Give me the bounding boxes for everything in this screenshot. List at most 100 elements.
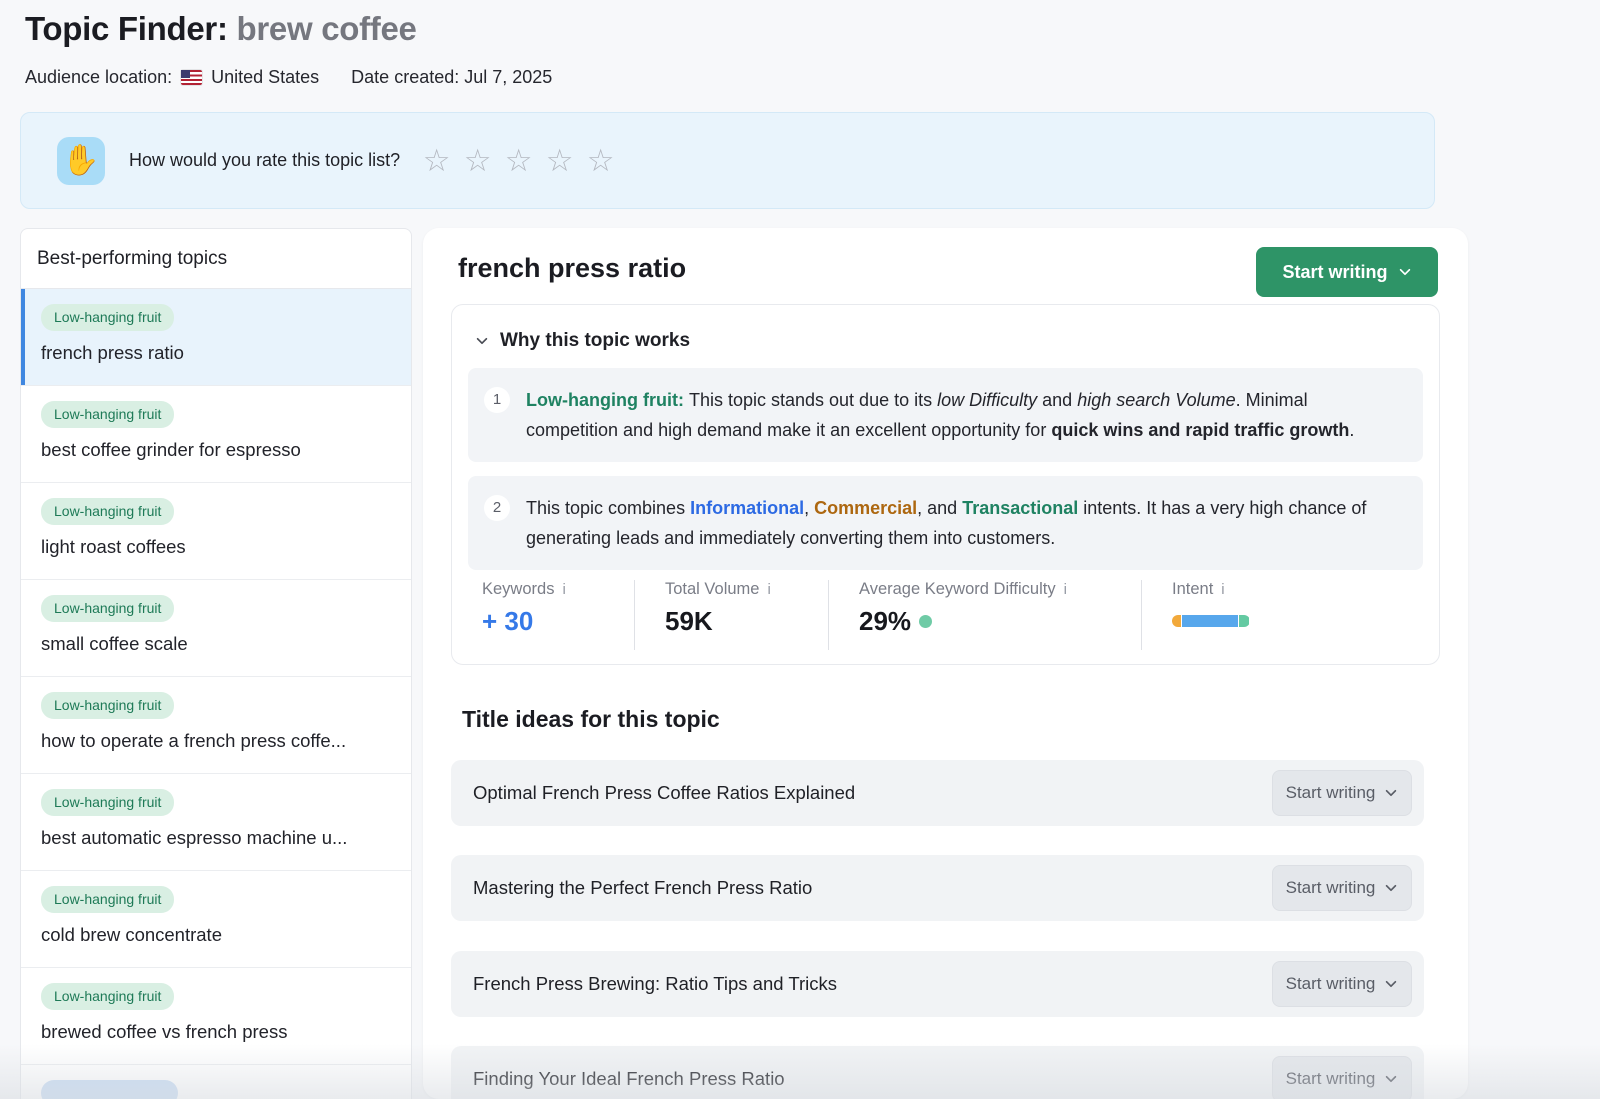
title-idea-text: Mastering the Perfect French Press Ratio	[473, 877, 812, 899]
rating-banner: ✋ How would you rate this topic list? ☆ …	[20, 112, 1435, 209]
metric-keyword-difficulty: Average Keyword Difficultyi 29%	[828, 580, 1141, 650]
point1-italic: low Difficulty	[937, 390, 1037, 410]
topic-detail-panel: french press ratio Start writing Why thi…	[423, 228, 1468, 1099]
chevron-down-icon	[1384, 977, 1398, 991]
title-idea-card: French Press Brewing: Ratio Tips and Tri…	[451, 951, 1424, 1017]
star-icon[interactable]: ☆	[457, 145, 498, 176]
info-icon[interactable]: i	[1221, 581, 1224, 598]
start-writing-label: Start writing	[1286, 974, 1376, 994]
topic-badge: Low-hanging fruit	[41, 401, 174, 428]
start-writing-button[interactable]: Start writing	[1272, 961, 1412, 1007]
chevron-down-icon	[475, 334, 489, 348]
header-meta: Audience location: United States Date cr…	[25, 67, 925, 88]
point1-text: This topic stands out due to its	[689, 390, 937, 410]
title-idea-text: French Press Brewing: Ratio Tips and Tri…	[473, 973, 837, 995]
intent-commercial: Commercial	[814, 498, 917, 518]
point2-text: This topic combines	[526, 498, 690, 518]
keywords-label: Keywords	[482, 580, 554, 599]
page-title-query: brew coffee	[237, 10, 417, 47]
intent-informational: Informational	[690, 498, 804, 518]
sidebar-item-cold-brew-concentrate[interactable]: Low-hanging fruit cold brew concentrate	[21, 871, 411, 968]
point2-text: ,	[804, 498, 814, 518]
topic-badge: Low-hanging fruit	[41, 983, 174, 1010]
info-icon[interactable]: i	[1064, 581, 1067, 598]
sidebar-item-small-coffee-scale[interactable]: Low-hanging fruit small coffee scale	[21, 580, 411, 677]
waving-hand-icon: ✋	[57, 137, 105, 185]
difficulty-status-dot	[919, 615, 932, 628]
title-idea-card: Optimal French Press Coffee Ratios Expla…	[451, 760, 1424, 826]
topic-badge: Low-hanging fruit	[41, 595, 174, 622]
metric-keywords: Keywords i + 30	[468, 580, 634, 650]
start-writing-label: Start writing	[1282, 262, 1387, 283]
start-writing-label: Start writing	[1286, 1069, 1376, 1089]
metrics-row: Keywords i + 30 Total Volume i 59K Average…	[468, 580, 1423, 650]
topic-badge: Low-hanging fruit	[41, 692, 174, 719]
start-writing-label: Start writing	[1286, 878, 1376, 898]
sidebar-item-partial[interactable]	[21, 1065, 411, 1099]
why-topic-works-header[interactable]: Why this topic works	[452, 305, 1439, 352]
topic-badge: Low-hanging fruit	[41, 304, 174, 331]
title-idea-text: Finding Your Ideal French Press Ratio	[473, 1068, 785, 1090]
topic-badge: Low-hanging fruit	[41, 498, 174, 525]
date-created: Date created: Jul 7, 2025	[351, 67, 552, 88]
chevron-down-icon	[1384, 786, 1398, 800]
audience-location-label: Audience location:	[25, 67, 172, 88]
topic-finder-page: Topic Finder: brew coffee Audience locat…	[0, 0, 1600, 1099]
metric-intent: Intenti	[1141, 580, 1250, 650]
page-title-prefix: Topic Finder:	[25, 10, 237, 47]
intent-label: Intent	[1172, 580, 1213, 599]
start-writing-button[interactable]: Start writing	[1272, 1056, 1412, 1099]
star-icon[interactable]: ☆	[498, 145, 539, 176]
title-idea-card: Finding Your Ideal French Press Ratio St…	[451, 1046, 1424, 1099]
info-icon[interactable]: i	[767, 581, 770, 598]
topic-label: small coffee scale	[41, 633, 395, 655]
topic-label: cold brew concentrate	[41, 924, 395, 946]
topic-label: light roast coffees	[41, 536, 395, 558]
sidebar-item-best-automatic-espresso-machine[interactable]: Low-hanging fruit best automatic espress…	[21, 774, 411, 871]
sidebar-item-light-roast-coffees[interactable]: Low-hanging fruit light roast coffees	[21, 483, 411, 580]
sidebar-item-french-press-ratio[interactable]: Low-hanging fruit french press ratio	[21, 289, 411, 386]
sidebar-item-how-to-operate-french-press[interactable]: Low-hanging fruit how to operate a frenc…	[21, 677, 411, 774]
start-writing-button[interactable]: Start writing	[1272, 770, 1412, 816]
why-point-1: 1 Low-hanging fruit: This topic stands o…	[468, 368, 1423, 462]
point-number: 1	[484, 387, 510, 413]
topic-label: best automatic espresso machine u...	[41, 827, 395, 849]
chevron-down-icon	[1384, 1072, 1398, 1086]
intent-segment-transactional	[1239, 615, 1249, 627]
point1-text: .	[1349, 420, 1354, 440]
point2-text: , and	[917, 498, 962, 518]
info-icon[interactable]: i	[562, 581, 565, 598]
title-idea-text: Optimal French Press Coffee Ratios Expla…	[473, 782, 855, 804]
topic-badge: Low-hanging fruit	[41, 886, 174, 913]
start-writing-button[interactable]: Start writing	[1272, 865, 1412, 911]
star-icon[interactable]: ☆	[539, 145, 580, 176]
topic-label: french press ratio	[41, 342, 395, 364]
intent-segment-informational	[1182, 615, 1238, 627]
rating-question: How would you rate this topic list?	[129, 150, 400, 171]
us-flag-icon	[181, 70, 202, 85]
topic-label: best coffee grinder for espresso	[41, 439, 395, 461]
total-volume-label: Total Volume	[665, 580, 759, 599]
sidebar-item-best-coffee-grinder[interactable]: Low-hanging fruit best coffee grinder fo…	[21, 386, 411, 483]
total-volume-value: 59K	[665, 606, 828, 637]
intent-transactional: Transactional	[962, 498, 1078, 518]
star-icon[interactable]: ☆	[580, 145, 621, 176]
why-topic-works-title: Why this topic works	[500, 330, 690, 352]
point-number: 2	[484, 495, 510, 521]
topic-label: brewed coffee vs french press	[41, 1021, 395, 1043]
sidebar-item-brewed-coffee-vs-french-press[interactable]: Low-hanging fruit brewed coffee vs frenc…	[21, 968, 411, 1065]
intent-segment-commercial	[1172, 615, 1181, 627]
topic-label: how to operate a french press coffe...	[41, 730, 395, 752]
best-performing-topics-panel: Best-performing topics Low-hanging fruit…	[20, 228, 412, 1099]
sidebar-title: Best-performing topics	[21, 229, 411, 289]
page-title: Topic Finder: brew coffee	[25, 10, 417, 48]
difficulty-value: 29%	[859, 606, 911, 637]
topic-detail-title: french press ratio	[458, 253, 686, 284]
why-point-2: 2 This topic combines Informational, Com…	[468, 476, 1423, 570]
point1-italic: high search Volume	[1077, 390, 1235, 410]
point1-bold: quick wins and rapid traffic growth	[1051, 420, 1349, 440]
star-icon[interactable]: ☆	[416, 145, 457, 176]
rating-stars: ☆ ☆ ☆ ☆ ☆	[416, 145, 621, 176]
keywords-value: + 30	[482, 606, 634, 637]
start-writing-button-primary[interactable]: Start writing	[1256, 247, 1438, 297]
